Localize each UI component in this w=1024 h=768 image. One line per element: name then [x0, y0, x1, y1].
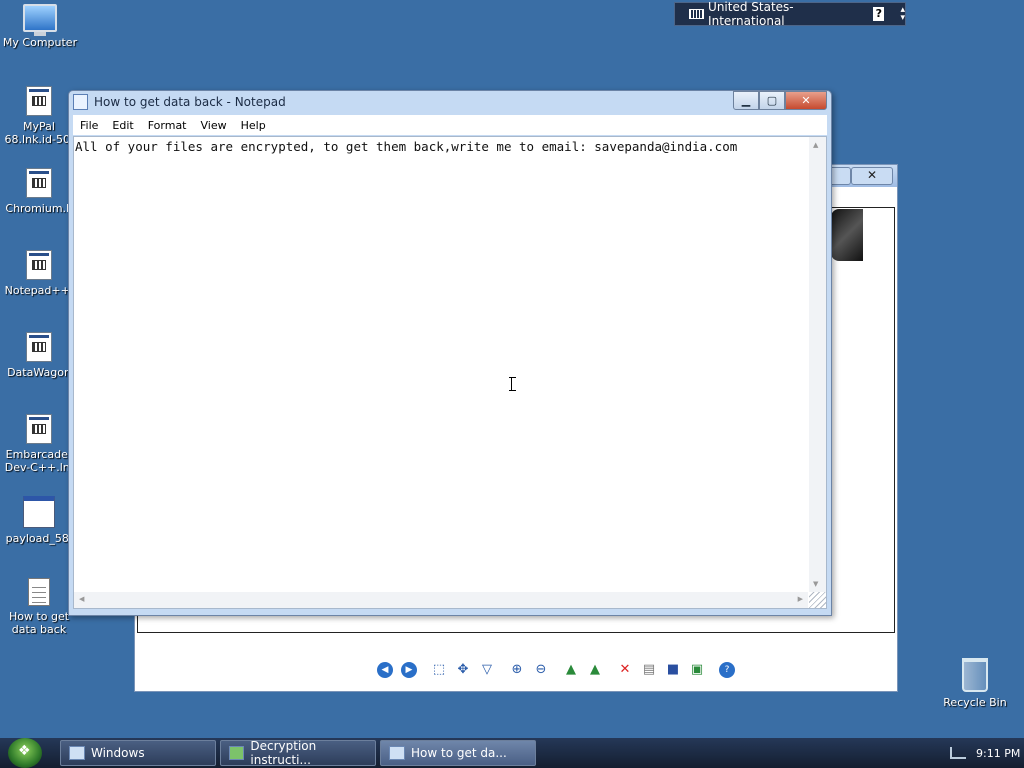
text-editor[interactable]: All of your files are encrypted, to get … [73, 136, 827, 609]
language-bar[interactable]: United States-International ? ▴ ▾ [674, 0, 906, 28]
close-button[interactable]: ✕ [851, 167, 893, 185]
taskbar-item-label: Windows [91, 746, 145, 760]
executable-icon [26, 414, 52, 444]
desktop-icon-label: How to get data back [8, 610, 70, 636]
executable-icon [26, 86, 52, 116]
executable-icon [26, 168, 52, 198]
print-icon[interactable]: ▤ [641, 662, 657, 678]
help-icon[interactable]: ? [873, 7, 885, 21]
desktop-icon-label: DataWagon [7, 366, 71, 379]
desktop-icon-label: Chromium.l. [5, 202, 73, 215]
computer-icon [23, 4, 57, 36]
desktop-icon-label: Embarcader Dev-C++.ln. [4, 448, 74, 474]
save-icon[interactable]: ■ [665, 662, 681, 678]
menu-edit[interactable]: Edit [105, 119, 140, 132]
system-tray: 9:11 PM [936, 738, 1024, 768]
next-icon[interactable]: ▶ [401, 662, 417, 678]
desktop-icon-my-computer[interactable]: My Computer [1, 4, 79, 49]
zoom-in-icon[interactable]: ⊕ [509, 662, 525, 678]
actual-size-icon[interactable]: ⬚ [431, 662, 447, 678]
executable-icon [26, 250, 52, 280]
desktop-icon-chromium[interactable]: Chromium.l. [0, 168, 78, 215]
scroll-left-icon[interactable]: ◀ [79, 595, 84, 603]
text-file-icon [28, 578, 50, 606]
taskbar-item-label: How to get da... [411, 746, 507, 760]
taskbar-item-label: Decryption instructi... [250, 739, 317, 767]
notepad-icon [73, 94, 88, 110]
clock[interactable]: 9:11 PM [976, 747, 1020, 760]
horizontal-scrollbar[interactable]: ◀ ▶ [74, 592, 808, 608]
document-text[interactable]: All of your files are encrypted, to get … [74, 137, 808, 592]
vertical-scrollbar[interactable]: ▲ ▼ [809, 137, 826, 592]
network-icon[interactable] [950, 747, 966, 759]
delete-icon[interactable]: ✕ [617, 662, 633, 678]
maximize-button[interactable]: ▢ [759, 91, 785, 110]
desktop-icon-label: payload_58. [5, 532, 73, 545]
close-button[interactable]: ✕ [785, 91, 827, 110]
resize-grip[interactable] [809, 592, 826, 608]
language-label[interactable]: United States-International [708, 0, 859, 28]
help-icon[interactable]: ? [719, 662, 735, 678]
menu-format[interactable]: Format [141, 119, 194, 132]
fit-icon[interactable]: ✥ [455, 662, 471, 678]
window-app-icon [23, 496, 55, 528]
minimize-button[interactable]: ▁ [733, 91, 759, 110]
desktop-icon-recycle-bin[interactable]: Recycle Bin [936, 658, 1014, 709]
desktop-icon-how-to-get-data-back[interactable]: How to get data back [0, 578, 78, 636]
image-fragment [831, 209, 863, 261]
desktop-icon-label: Notepad++. [4, 284, 74, 297]
text-cursor-icon [509, 377, 516, 391]
desktop-icon-label: MyPal 68.lnk.id-50. [4, 120, 74, 146]
rotate-left-icon[interactable]: ▲ [563, 662, 579, 678]
taskbar: Windows Decryption instructi... How to g… [0, 738, 1024, 768]
scroll-up-icon[interactable]: ▲ [813, 141, 818, 149]
menu-view[interactable]: View [194, 119, 234, 132]
taskbar-item-notepad[interactable]: How to get da... [380, 740, 536, 766]
language-bar-options-icon[interactable]: ▴ ▾ [900, 6, 905, 23]
recycle-bin-icon [962, 658, 988, 692]
menu-help[interactable]: Help [234, 119, 273, 132]
taskbar-item-decryption[interactable]: Decryption instructi... [220, 739, 376, 767]
window-title: How to get data back - Notepad [94, 95, 286, 109]
notepad-icon [389, 746, 405, 760]
window-titlebar[interactable]: How to get data back - Notepad [69, 91, 831, 113]
image-viewer-icon [229, 746, 245, 760]
desktop-icon-devcpp[interactable]: Embarcader Dev-C++.ln. [0, 414, 78, 474]
menu-file[interactable]: File [73, 119, 105, 132]
rotate-right-icon[interactable]: ▲ [587, 662, 603, 678]
keyboard-icon [689, 9, 705, 19]
desktop-icon-mypal[interactable]: MyPal 68.lnk.id-50. [0, 86, 78, 146]
executable-icon [26, 332, 52, 362]
edit-icon[interactable]: ▣ [689, 662, 705, 678]
desktop-icon-datawagon[interactable]: DataWagon [0, 332, 78, 379]
taskbar-item-windows[interactable]: Windows [60, 740, 216, 766]
desktop-icon-payload[interactable]: payload_58. [0, 496, 78, 545]
viewer-toolbar: ◀ ▶ ⬚ ✥ ▽ ⊕ ⊖ ▲ ▲ ✕ ▤ ■ ▣ ? [135, 659, 897, 681]
zoom-out-icon[interactable]: ⊖ [533, 662, 549, 678]
start-button[interactable] [8, 738, 42, 768]
previous-icon[interactable]: ◀ [377, 662, 393, 678]
notepad-window[interactable]: How to get data back - Notepad ▁ ▢ ✕ Fil… [68, 90, 832, 616]
desktop-icon-label: Recycle Bin [943, 696, 1007, 709]
desktop-icon-label: My Computer [2, 36, 78, 49]
scroll-down-icon[interactable]: ▼ [813, 580, 818, 588]
maximize-button[interactable] [829, 167, 851, 185]
desktop-icon-notepadpp[interactable]: Notepad++. [0, 250, 78, 297]
window-app-icon [69, 746, 85, 760]
slideshow-icon[interactable]: ▽ [479, 662, 495, 678]
menu-bar: File Edit Format View Help [73, 115, 827, 135]
window-controls: ▁ ▢ ✕ [733, 91, 827, 110]
scroll-right-icon[interactable]: ▶ [798, 595, 803, 603]
